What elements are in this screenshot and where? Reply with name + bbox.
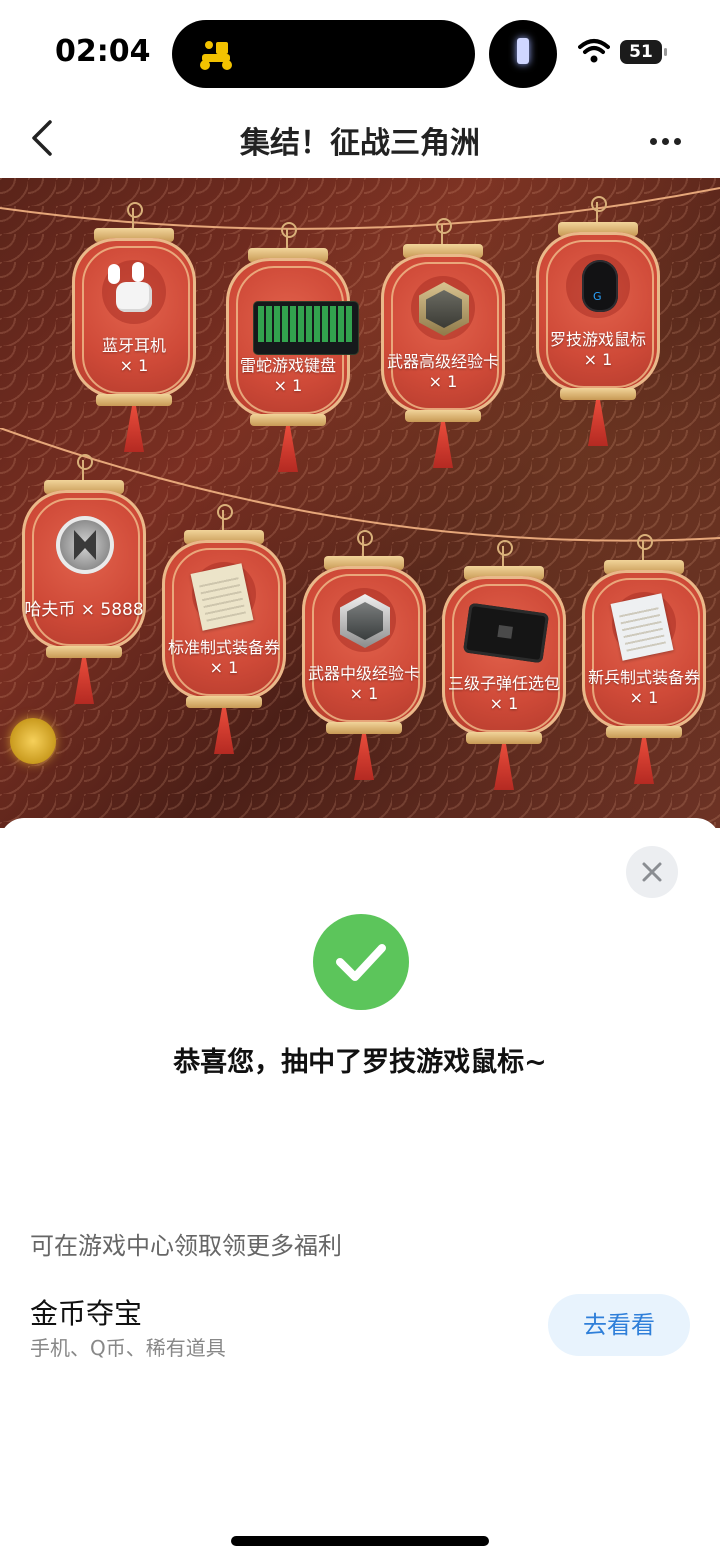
battery-level: 51: [629, 42, 653, 62]
prize-name: 武器中级经验卡: [307, 664, 420, 683]
prize-lantern: 新兵制式装备券 × 1: [582, 534, 706, 784]
close-button[interactable]: [626, 846, 678, 898]
prize-banner: 蓝牙耳机 × 1 雷蛇游戏键盘 × 1 武器高级经验卡 × 1 G 罗技游戏鼠标 × 1…: [0, 178, 720, 828]
prize-name: 罗技游戏鼠标: [549, 330, 646, 349]
prize-lantern: 雷蛇游戏键盘 × 1: [226, 222, 358, 472]
prize-name: 武器高级经验卡: [386, 352, 499, 371]
prize-lantern: 三级子弹任选包 × 1: [442, 540, 566, 790]
more-benefits-hint: 可在游戏中心领取领更多福利: [30, 1232, 342, 1260]
battery-icon: 51: [620, 40, 662, 64]
prize-lantern: 标准制式装备券 × 1: [162, 504, 286, 754]
congrats-message: 恭喜您，抽中了罗技游戏鼠标~: [173, 1047, 547, 1078]
status-time: 02:04: [55, 34, 151, 69]
home-indicator[interactable]: [231, 1536, 489, 1546]
prize-name: 哈夫币 × 5888: [24, 600, 144, 620]
prize-name: 雷蛇游戏键盘: [239, 356, 336, 375]
prize-name: 标准制式装备券: [167, 638, 280, 657]
equipment-voucher-standard-icon: [190, 562, 256, 631]
prize-qty: × 1: [489, 694, 519, 713]
delivery-scooter-icon: [200, 41, 232, 70]
prize-qty: × 1: [273, 376, 303, 395]
prize-lantern: G 罗技游戏鼠标 × 1: [536, 196, 660, 446]
gaming-mouse-icon: G: [566, 254, 630, 318]
exp-card-advanced-icon: [411, 276, 475, 340]
flashlight-icon[interactable]: [489, 20, 557, 88]
go-see-button[interactable]: 去看看: [548, 1294, 690, 1356]
result-sheet: 恭喜您，抽中了罗技游戏鼠标~ 可在游戏中心领取领更多福利 金币夺宝 手机、Q币、…: [0, 818, 720, 1561]
page-title: 集结！征战三角洲: [240, 126, 480, 161]
prize-qty: × 1: [428, 372, 458, 391]
prize-qty: × 1: [583, 350, 613, 369]
prize-qty: × 1: [349, 684, 379, 703]
status-bar: 02:04 51: [0, 0, 720, 100]
keyboard-icon: [254, 280, 358, 354]
dynamic-island[interactable]: [172, 20, 475, 88]
prize-qty: × 1: [119, 356, 149, 375]
prize-lantern: 武器中级经验卡 × 1: [302, 530, 426, 780]
prize-name: 新兵制式装备券: [587, 668, 700, 687]
prize-name: 三级子弹任选包: [447, 674, 560, 693]
gold-coin-decoration-icon: [10, 718, 56, 764]
prize-qty: × 1: [209, 658, 239, 677]
close-icon: [642, 862, 662, 882]
prize-lantern: 哈夫币 × 5888: [22, 454, 146, 704]
promo-subtitle: 手机、Q币、稀有道具: [30, 1336, 226, 1360]
prize-qty: × 1: [629, 688, 659, 707]
prize-lantern: 蓝牙耳机 × 1: [72, 202, 196, 452]
more-options-icon[interactable]: [650, 130, 686, 145]
havoc-coin-icon: [52, 512, 116, 576]
success-check-icon: [313, 914, 409, 1010]
wifi-icon: [578, 39, 610, 63]
promo-title: 金币夺宝: [30, 1297, 143, 1330]
prize-name: 蓝牙耳机: [101, 336, 166, 355]
nav-header: 集结！征战三角洲: [0, 100, 720, 178]
equipment-voucher-recruit-icon: [610, 592, 676, 661]
exp-card-intermediate-icon: [332, 588, 396, 652]
prize-lantern: 武器高级经验卡 × 1: [381, 218, 505, 468]
ammo-case-icon: [462, 598, 550, 664]
earbuds-icon: [102, 260, 166, 324]
